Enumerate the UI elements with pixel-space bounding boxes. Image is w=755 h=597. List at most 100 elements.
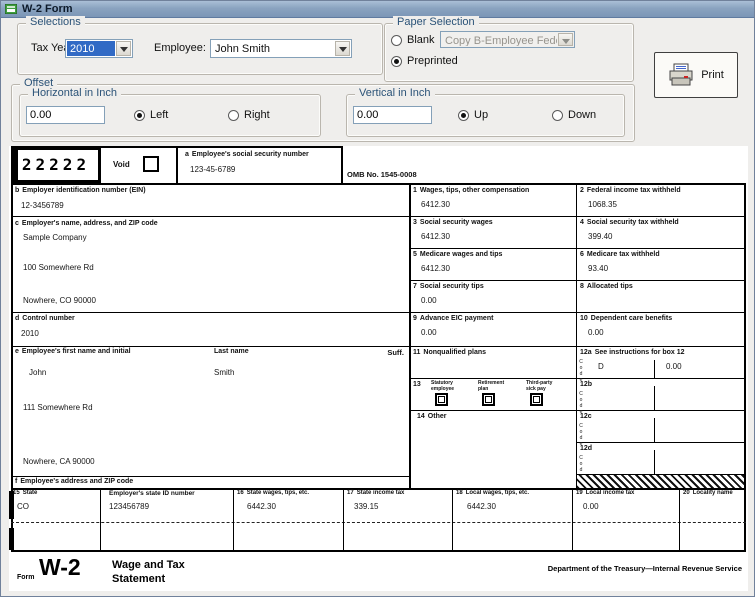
divider-line [744, 183, 746, 551]
form-word: Form [17, 574, 35, 581]
box12c-number: 12c [580, 413, 592, 420]
box1-value: 6412.30 [421, 200, 450, 209]
divider-line [176, 146, 178, 184]
box9-value: 0.00 [421, 328, 437, 337]
box19-label: Local income tax [586, 490, 635, 496]
box2-number: 2 [580, 187, 584, 194]
vertical-offset-input[interactable] [353, 106, 432, 124]
employer-street: 100 Somewhere Rd [23, 263, 94, 272]
up-radio-label[interactable]: Up [474, 109, 488, 121]
form-title-line1: Wage and Tax [112, 559, 185, 571]
state-tax-value: 339.15 [354, 502, 378, 511]
box12a-code: D [598, 362, 604, 371]
left-radio-label[interactable]: Left [150, 109, 168, 121]
box6-value: 93.40 [588, 264, 608, 273]
divider-line [11, 183, 746, 185]
control-code: 22222 [11, 155, 101, 174]
box10-value: 0.00 [588, 328, 604, 337]
box7-value: 0.00 [421, 296, 437, 305]
box-c-letter: c [15, 220, 19, 227]
box10-label: Dependent care benefits [591, 315, 672, 322]
preprinted-radio-label[interactable]: Preprinted [407, 55, 458, 67]
employee-combobox[interactable]: John Smith [210, 39, 352, 58]
box14-number: 14 [417, 413, 425, 420]
employee-last-name: Smith [214, 368, 234, 377]
divider-line [679, 488, 680, 550]
box-a-label: Employee's social security number [192, 151, 309, 158]
box-f-label: Employee's address and ZIP code [20, 478, 133, 485]
tax-year-dropdown-icon[interactable] [116, 41, 131, 56]
ssn-value: 123-45-6789 [190, 165, 235, 174]
box9-number: 9 [413, 315, 417, 322]
box12a-number: 12a [580, 349, 592, 356]
preprinted-radio[interactable] [391, 56, 402, 67]
employee-street: 111 Somewhere Rd [23, 403, 93, 412]
divider-line [409, 183, 411, 488]
box5-number: 5 [413, 251, 417, 258]
box15-label: State [23, 490, 38, 496]
down-radio[interactable] [552, 110, 563, 121]
divider-line [343, 488, 344, 550]
box17-number: 17 [347, 490, 354, 496]
box6-label: Medicare tax withheld [587, 251, 660, 258]
up-radio[interactable] [458, 110, 469, 121]
box2-label: Federal income tax withheld [587, 187, 681, 194]
box4-label: Social security tax withheld [587, 219, 679, 226]
box6-number: 6 [580, 251, 584, 258]
box3-label: Social security wages [420, 219, 493, 226]
box13-number: 13 [413, 381, 421, 388]
divider-line [576, 442, 746, 443]
horizontal-offset-input[interactable] [26, 106, 105, 124]
local-wages-value: 6442.30 [467, 502, 496, 511]
box-b-letter: b [15, 187, 19, 194]
box2-value: 1068.35 [588, 200, 617, 209]
window-title: W-2 Form [22, 3, 73, 15]
down-radio-label[interactable]: Down [568, 109, 596, 121]
box-c-label: Employer's name, address, and ZIP code [22, 220, 158, 227]
divider-line [654, 450, 655, 474]
tax-year-combobox[interactable]: 2010 [65, 39, 133, 58]
third-party-sick-pay-checkbox [530, 393, 543, 406]
employer-name: Sample Company [23, 233, 87, 242]
box4-number: 4 [580, 219, 584, 226]
selections-legend: Selections [26, 16, 85, 28]
box12a-value: 0.00 [666, 362, 682, 371]
horizontal-offset-legend: Horizontal in Inch [28, 87, 121, 99]
box7-label: Social security tips [420, 283, 484, 290]
print-button[interactable]: Print [654, 52, 738, 98]
suffix-label: Suff. [364, 348, 404, 357]
box19-number: 19 [576, 490, 583, 496]
employee-label: Employee: [154, 42, 206, 54]
dashed-divider [11, 522, 746, 523]
employee-dropdown-icon[interactable] [335, 41, 350, 56]
box14-label: Other [428, 413, 447, 420]
box16-number: 16 [237, 490, 244, 496]
box4-value: 399.40 [588, 232, 612, 241]
divider-line [11, 312, 746, 313]
divider-line [452, 488, 453, 550]
box12b-number: 12b [580, 381, 592, 388]
box18-label: Local wages, tips, etc. [466, 490, 529, 496]
box3-value: 6412.30 [421, 232, 450, 241]
w2-form-window: W-2 Form Selections Tax Year 2010 Employ… [0, 0, 755, 597]
copy-type-combobox[interactable]: Copy B-Employee Federal [440, 31, 575, 48]
box8-label: Allocated tips [587, 283, 633, 290]
title-bar[interactable]: W-2 Form [1, 1, 754, 18]
void-label: Void [113, 160, 130, 169]
left-radio[interactable] [134, 110, 145, 121]
box5-label: Medicare wages and tips [420, 251, 502, 258]
box11-label: Nonqualified plans [423, 349, 486, 356]
right-radio[interactable] [228, 110, 239, 121]
blank-radio-label[interactable]: Blank [407, 34, 435, 46]
divider-line [572, 488, 573, 550]
box12c-code-word: Code [578, 423, 584, 447]
divider-line [100, 488, 101, 550]
vertical-offset-legend: Vertical in Inch [355, 87, 435, 99]
right-radio-label[interactable]: Right [244, 109, 270, 121]
state-id-label: Employer's state ID number [109, 490, 195, 497]
state-id-value: 123456789 [109, 502, 149, 511]
employee-first-name: John [29, 368, 46, 377]
blank-radio[interactable] [391, 35, 402, 46]
state-wages-value: 6442.30 [247, 502, 276, 511]
box12b-code-word: Code [578, 391, 584, 415]
